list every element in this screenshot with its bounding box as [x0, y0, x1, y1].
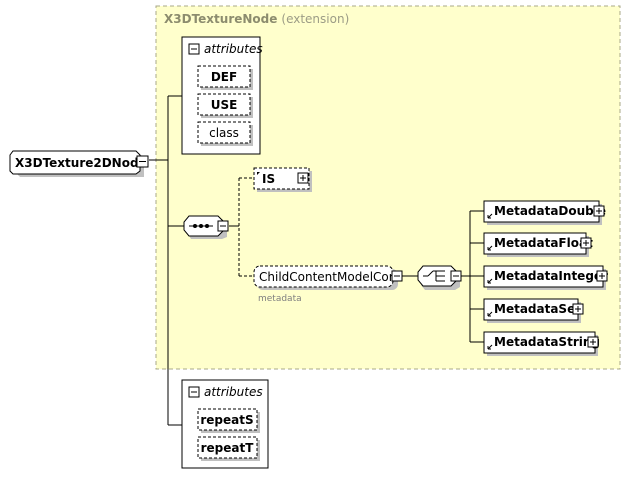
extension-note: (extension): [281, 12, 349, 26]
attr-repeats[interactable]: repeatS: [197, 408, 260, 433]
metadata-double-expand-icon[interactable]: [593, 205, 605, 217]
choice-metadata-float[interactable]: MetadataFloat: [483, 232, 593, 257]
attr-class[interactable]: class: [197, 121, 253, 146]
attr-def[interactable]: DEF: [197, 65, 253, 90]
choice-metadata-integer[interactable]: MetadataInteger: [483, 265, 608, 290]
extension-name: X3DTextureNode: [164, 12, 277, 26]
choice-label-metadata-float: MetadataFloat: [494, 236, 593, 250]
metadata-integer-expand-icon[interactable]: [596, 270, 608, 282]
attr-use-label: USE: [211, 98, 238, 112]
choice-metadata-double[interactable]: MetadataDouble: [483, 200, 606, 225]
attr-use[interactable]: USE: [197, 93, 253, 118]
attr-class-label: class: [209, 126, 239, 140]
choice-label-metadata-set: MetadataSet: [494, 302, 581, 316]
choice-label-metadata-string: MetadataString: [494, 335, 600, 349]
root-collapse-icon[interactable]: [136, 155, 149, 168]
attributes-top-collapse-icon[interactable]: [188, 43, 200, 55]
sequence-collapse-icon[interactable]: [217, 220, 229, 232]
attributes-bottom-title: attributes: [204, 385, 263, 399]
choice-label-metadata-double: MetadataDouble: [494, 204, 606, 218]
choice-collapse-icon[interactable]: [450, 270, 462, 282]
attr-repeats-label: repeatS: [200, 413, 253, 427]
root-element[interactable]: X3DTexture2DNode: [9, 150, 147, 177]
group-sublabel: metadata: [258, 294, 302, 304]
group-label: ChildContentModelCore: [259, 270, 401, 284]
root-name: X3DTexture2DNode: [15, 156, 147, 170]
is-expand-icon[interactable]: [297, 172, 309, 184]
attributes-top-title: attributes: [204, 42, 263, 56]
is-label: IS: [262, 172, 275, 186]
choice-label-metadata-integer: MetadataInteger: [494, 269, 608, 283]
choice-metadata-string[interactable]: MetadataString: [483, 331, 600, 356]
attr-repeatt-label: repeatT: [201, 441, 255, 455]
group-collapse-icon[interactable]: [391, 270, 403, 282]
choice-metadata-set[interactable]: MetadataSet: [483, 298, 581, 323]
metadata-string-expand-icon[interactable]: [587, 336, 599, 348]
metadata-set-expand-icon[interactable]: [572, 303, 584, 315]
attr-repeatt[interactable]: repeatT: [197, 436, 260, 461]
metadata-float-expand-icon[interactable]: [580, 237, 592, 249]
attributes-bottom-collapse-icon[interactable]: [188, 386, 200, 398]
svg-text:X3DTextureNode(extension): X3DTextureNode (extension): [164, 12, 349, 26]
attr-def-label: DEF: [211, 70, 237, 84]
